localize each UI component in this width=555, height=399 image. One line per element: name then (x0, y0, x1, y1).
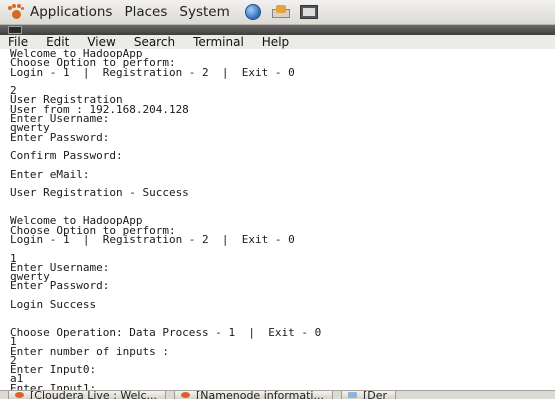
terminal-output: Welcome to HadoopApp Choose Option to per… (0, 49, 555, 392)
firefox-icon (181, 392, 190, 398)
taskbar-button-label: [Namenode informati... (196, 390, 324, 399)
terminal-line: Login - 1 | Registration - 2 | Exit - 0 (10, 65, 295, 79)
terminal-line: Enter Password: (10, 130, 110, 144)
terminal-line: Confirm Password: (10, 149, 123, 163)
terminal-line: Enter Username: (10, 260, 110, 274)
system-menu[interactable]: System (173, 0, 235, 24)
bottom-taskbar: [Cloudera Live : Welc... [Namenode infor… (0, 390, 555, 399)
menu-search[interactable]: Search (126, 35, 185, 49)
terminal-line: Login Success (10, 298, 97, 312)
taskbar-button-cloudera[interactable]: [Cloudera Live : Welc... (8, 391, 166, 399)
terminal-launcher[interactable] (298, 3, 320, 21)
taskbar-button-folder[interactable]: [Der (340, 390, 397, 399)
browser-launcher[interactable] (242, 3, 264, 21)
menu-help[interactable]: Help (254, 35, 299, 49)
terminal-menubar: File Edit View Search Terminal Help (0, 35, 555, 49)
system-menu-label: System (179, 4, 230, 20)
places-menu-label: Places (124, 4, 168, 20)
terminal-line: Login - 1 | Registration - 2 | Exit - 0 (10, 232, 295, 246)
terminal-line: Enter eMail: (10, 167, 90, 181)
terminal-line: Choose Operation: Data Process - 1 | Exi… (10, 325, 322, 339)
terminal-line: Enter Password: (10, 279, 110, 293)
applications-menu-label: Applications (30, 4, 113, 20)
taskbar-button-namenode[interactable]: [Namenode informati... (174, 391, 333, 399)
mail-client-icon (271, 5, 290, 19)
taskbar-button-label: [Cloudera Live : Welc... (30, 390, 157, 399)
firefox-icon (15, 392, 24, 398)
taskbar-button-label: [Der (362, 390, 388, 399)
menu-file[interactable]: File (0, 35, 38, 49)
terminal-launcher-icon (299, 5, 318, 19)
terminal-screen[interactable]: Welcome to HadoopApp Choose Option to per… (0, 49, 555, 392)
terminal-line: Enter Username: (10, 112, 110, 126)
globe-browser-icon (244, 4, 261, 20)
menu-view[interactable]: View (79, 35, 125, 49)
applications-menu[interactable]: Applications (0, 0, 118, 24)
menu-terminal[interactable]: Terminal (185, 35, 254, 49)
terminal-window-icon[interactable] (8, 26, 22, 34)
mail-launcher[interactable] (270, 3, 292, 21)
terminal-line: Enter Input0: (10, 363, 97, 377)
top-panel: Applications Places System (0, 0, 555, 25)
gnome-foot-icon (8, 4, 24, 20)
terminal-line: User Registration - Success (10, 186, 189, 200)
folder-icon (347, 392, 357, 398)
places-menu[interactable]: Places (118, 0, 173, 24)
terminal-line: Enter number of inputs : (10, 344, 169, 358)
terminal-window-titlebar[interactable] (0, 25, 555, 35)
menu-edit[interactable]: Edit (38, 35, 79, 49)
